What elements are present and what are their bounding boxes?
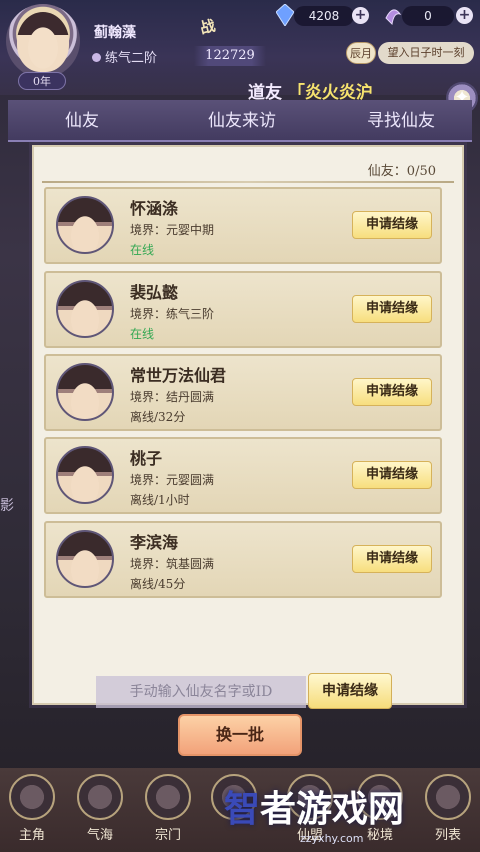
watermark-main-b: 者游戏网: [260, 789, 405, 830]
friend-name: 李滨海: [130, 533, 179, 552]
nav-list[interactable]: 列表: [420, 772, 476, 848]
friend-name: 桃子: [130, 449, 163, 468]
search-apply-bond-button[interactable]: 申请结缘: [308, 673, 392, 709]
friend-status: 在线: [130, 243, 155, 257]
gem-add-button[interactable]: +: [456, 7, 473, 24]
tab-bar: 仙友 仙友来访 寻找仙友: [8, 100, 472, 142]
tab-friend-visits[interactable]: 仙友来访: [180, 100, 304, 142]
friend-avatar[interactable]: [56, 530, 114, 588]
watermark-sub: zzyxhy.com: [300, 832, 364, 845]
friend-avatar[interactable]: [56, 196, 114, 254]
friend-realm: 境界：结丹圆满: [130, 390, 215, 404]
watermark-main-a: 智: [224, 789, 261, 830]
friend-search-input[interactable]: 手动输入仙友名字或ID: [96, 676, 306, 708]
nav-protagonist[interactable]: 主角: [4, 772, 60, 848]
friend-card: 怀涵涤 境界：元婴中期 在线 申请结缘: [44, 187, 442, 264]
side-deco-text: 影: [0, 498, 14, 514]
apply-bond-button[interactable]: 申请结缘: [352, 211, 432, 239]
nav-label: 列表: [434, 828, 461, 843]
spirit-stone-count: 4208: [294, 6, 354, 26]
nav-qi-sea[interactable]: 气海: [72, 772, 128, 848]
tab-friends[interactable]: 仙友: [32, 100, 132, 142]
friend-realm: 境界：筑基圆满: [130, 557, 215, 571]
nav-label: 气海: [86, 828, 113, 843]
divider: [42, 181, 454, 183]
top-bar: 0年 蓟翰藻 练气二阶 战 122729 4208 + 0 + 辰月 望入日子时…: [0, 0, 480, 103]
friend-name: 裴弘懿: [130, 283, 179, 302]
game-clock-text: 望入日子时一刻: [378, 42, 474, 64]
nav-label: 宗门: [154, 828, 181, 843]
friend-avatar[interactable]: [56, 363, 114, 421]
friend-realm: 境界：练气三阶: [130, 307, 215, 321]
apply-bond-button[interactable]: 申请结缘: [352, 461, 432, 489]
protagonist-icon: [9, 774, 55, 820]
power-value: 122729: [194, 46, 266, 66]
spirit-stone-add-button[interactable]: +: [352, 7, 369, 24]
friend-card: 常世万法仙君 境界：结丹圆满 离线/32分 申请结缘: [44, 354, 442, 431]
player-stage-label: 练气二阶: [105, 51, 158, 66]
friend-realm: 境界：元婴中期: [130, 223, 215, 237]
friend-realm: 境界：元婴圆满: [130, 473, 215, 487]
refresh-batch-button[interactable]: 换一批: [178, 714, 302, 756]
friend-count: 仙友：0/50: [367, 164, 436, 179]
power-badge-icon: 战: [198, 16, 218, 38]
friend-card: 桃子 境界：元婴圆满 离线/1小时 申请结缘: [44, 437, 442, 514]
player-avatar-face: [17, 12, 69, 72]
tab-find-friends[interactable]: 寻找仙友: [338, 100, 464, 142]
friend-status: 离线/32分: [130, 410, 186, 424]
apply-bond-button[interactable]: 申请结缘: [352, 295, 432, 323]
stage-icon: [92, 53, 101, 62]
friend-card: 裴弘懿 境界：练气三阶 在线 申请结缘: [44, 271, 442, 348]
gem-count: 0: [402, 6, 454, 26]
friend-card: 李滨海 境界：筑基圆满 离线/45分 申请结缘: [44, 521, 442, 598]
watermark: 智者游戏网: [224, 780, 404, 832]
spirit-stone-icon: [276, 4, 294, 26]
nav-label: 主角: [18, 828, 45, 843]
nav-sect[interactable]: 宗门: [140, 772, 196, 848]
gem-icon: [385, 9, 402, 26]
player-stage: 练气二阶: [92, 47, 157, 66]
month-chip: 辰月: [346, 42, 376, 64]
apply-bond-button[interactable]: 申请结缘: [352, 545, 432, 573]
friend-avatar[interactable]: [56, 446, 114, 504]
player-age-badge: 0年: [18, 72, 66, 90]
qi-sea-icon: [77, 774, 123, 820]
friend-status: 在线: [130, 327, 155, 341]
list-icon: [425, 774, 471, 820]
friend-status: 离线/1小时: [130, 493, 190, 507]
sect-icon: [145, 774, 191, 820]
friend-name: 常世万法仙君: [130, 366, 227, 385]
friend-name: 怀涵涤: [130, 199, 179, 218]
find-friends-panel: 仙友：0/50 怀涵涤 境界：元婴中期 在线 申请结缘 裴弘懿 境界：练气三阶 …: [32, 145, 464, 705]
apply-bond-button[interactable]: 申请结缘: [352, 378, 432, 406]
player-name: 蓟翰藻: [94, 25, 136, 41]
friend-avatar[interactable]: [56, 280, 114, 338]
friend-status: 离线/45分: [130, 577, 186, 591]
